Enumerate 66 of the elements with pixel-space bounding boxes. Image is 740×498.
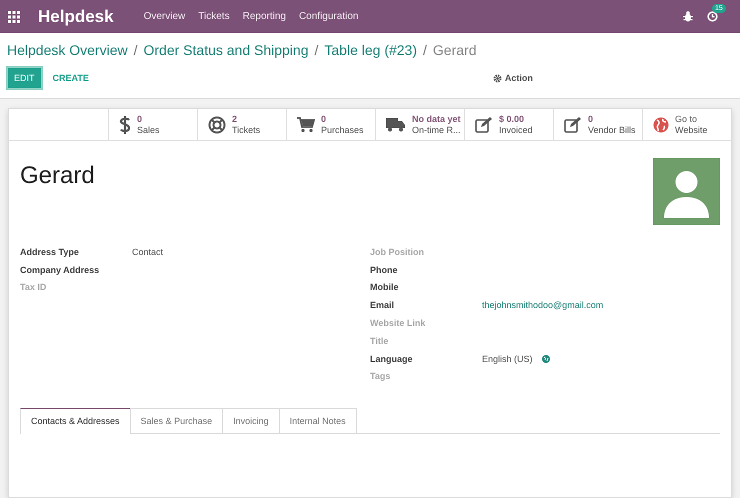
- stat-button[interactable]: 2 Tickets: [197, 109, 286, 140]
- stat-value: Go to: [675, 114, 698, 124]
- stat-button[interactable]: 0 Purchases: [286, 109, 375, 140]
- field-label: Job Position: [370, 246, 425, 257]
- stat-button[interactable]: 0 Vendor Bills: [553, 109, 642, 140]
- field-label: Company Address: [20, 264, 100, 275]
- field-label: Email: [370, 300, 396, 310]
- contact-name: Gerard: [20, 162, 95, 190]
- breadcrumb-separator: /: [423, 42, 427, 58]
- field-value: English (US): [482, 354, 533, 364]
- stat-label: On-time R...: [412, 124, 461, 136]
- dollar-icon: [119, 114, 131, 134]
- apps-grid-icon[interactable]: [8, 10, 20, 22]
- edit-icon: [564, 116, 582, 132]
- email-link[interactable]: thejohnsmithodoo@gmail.com: [482, 300, 604, 310]
- stat-label: Purchases: [321, 124, 364, 136]
- field-label: Title: [370, 336, 390, 346]
- stat-button[interactable]: 0 Sales: [108, 109, 197, 140]
- bug-icon[interactable]: [683, 11, 693, 22]
- stat-button[interactable]: $ 0.00 Invoiced: [464, 109, 553, 140]
- breadcrumb-separator: /: [134, 42, 138, 58]
- stat-value: 0: [321, 114, 328, 124]
- avatar-placeholder: [653, 158, 720, 225]
- stat-label: Tickets: [232, 124, 260, 136]
- field-label: Phone: [370, 264, 399, 275]
- menu-item[interactable]: Configuration: [298, 11, 358, 22]
- breadcrumb-separator: /: [314, 42, 318, 58]
- field-value: Contact: [132, 246, 164, 257]
- field-label: Address Type: [20, 246, 80, 257]
- field-label: Tax ID: [20, 282, 48, 292]
- stat-value: 2: [232, 114, 238, 124]
- edit-button[interactable]: EDIT: [6, 66, 43, 90]
- menu-item[interactable]: Overview: [144, 11, 186, 22]
- action-button[interactable]: Action: [486, 72, 539, 84]
- tab[interactable]: Contacts & Addresses: [20, 408, 131, 434]
- breadcrumb[interactable]: Helpdesk Overview: [7, 42, 128, 58]
- create-button[interactable]: CREATE: [46, 72, 95, 84]
- cart-icon: [297, 116, 315, 132]
- field-label: Mobile: [370, 282, 400, 292]
- tab[interactable]: Internal Notes: [278, 408, 357, 434]
- stat-button[interactable]: No data yet On-time R...: [375, 109, 464, 140]
- stat-label: Invoiced: [499, 124, 533, 136]
- menu-item[interactable]: Reporting: [242, 11, 286, 22]
- stat-label: Sales: [137, 124, 160, 136]
- stat-value: $ 0.00: [499, 114, 526, 124]
- app-name: Helpdesk: [38, 6, 114, 26]
- stat-button[interactable]: Go to Website: [642, 109, 731, 140]
- globe-icon[interactable]: [542, 354, 550, 363]
- field-label: Website Link: [370, 318, 426, 328]
- breadcrumb[interactable]: Table leg (#23): [324, 42, 418, 58]
- lifebuoy-icon: [208, 116, 226, 134]
- menu-item[interactable]: Tickets: [198, 11, 230, 22]
- current-page-title: Gerard: [432, 42, 476, 58]
- field-label: Language: [370, 354, 414, 364]
- stat-value: 0: [588, 114, 594, 124]
- clock-icon[interactable]: [707, 11, 718, 22]
- gear-icon: [492, 74, 502, 82]
- breadcrumb[interactable]: Order Status and Shipping: [144, 42, 308, 58]
- stat-value: No data yet: [412, 114, 461, 124]
- globe-icon: [653, 116, 669, 132]
- stat-label: Website: [675, 124, 708, 136]
- stat-label: Vendor Bills: [588, 124, 636, 136]
- truck-icon: [386, 117, 406, 132]
- stat-value: 0: [137, 114, 144, 124]
- field-label: Tags: [370, 371, 392, 382]
- edit-icon: [475, 116, 493, 132]
